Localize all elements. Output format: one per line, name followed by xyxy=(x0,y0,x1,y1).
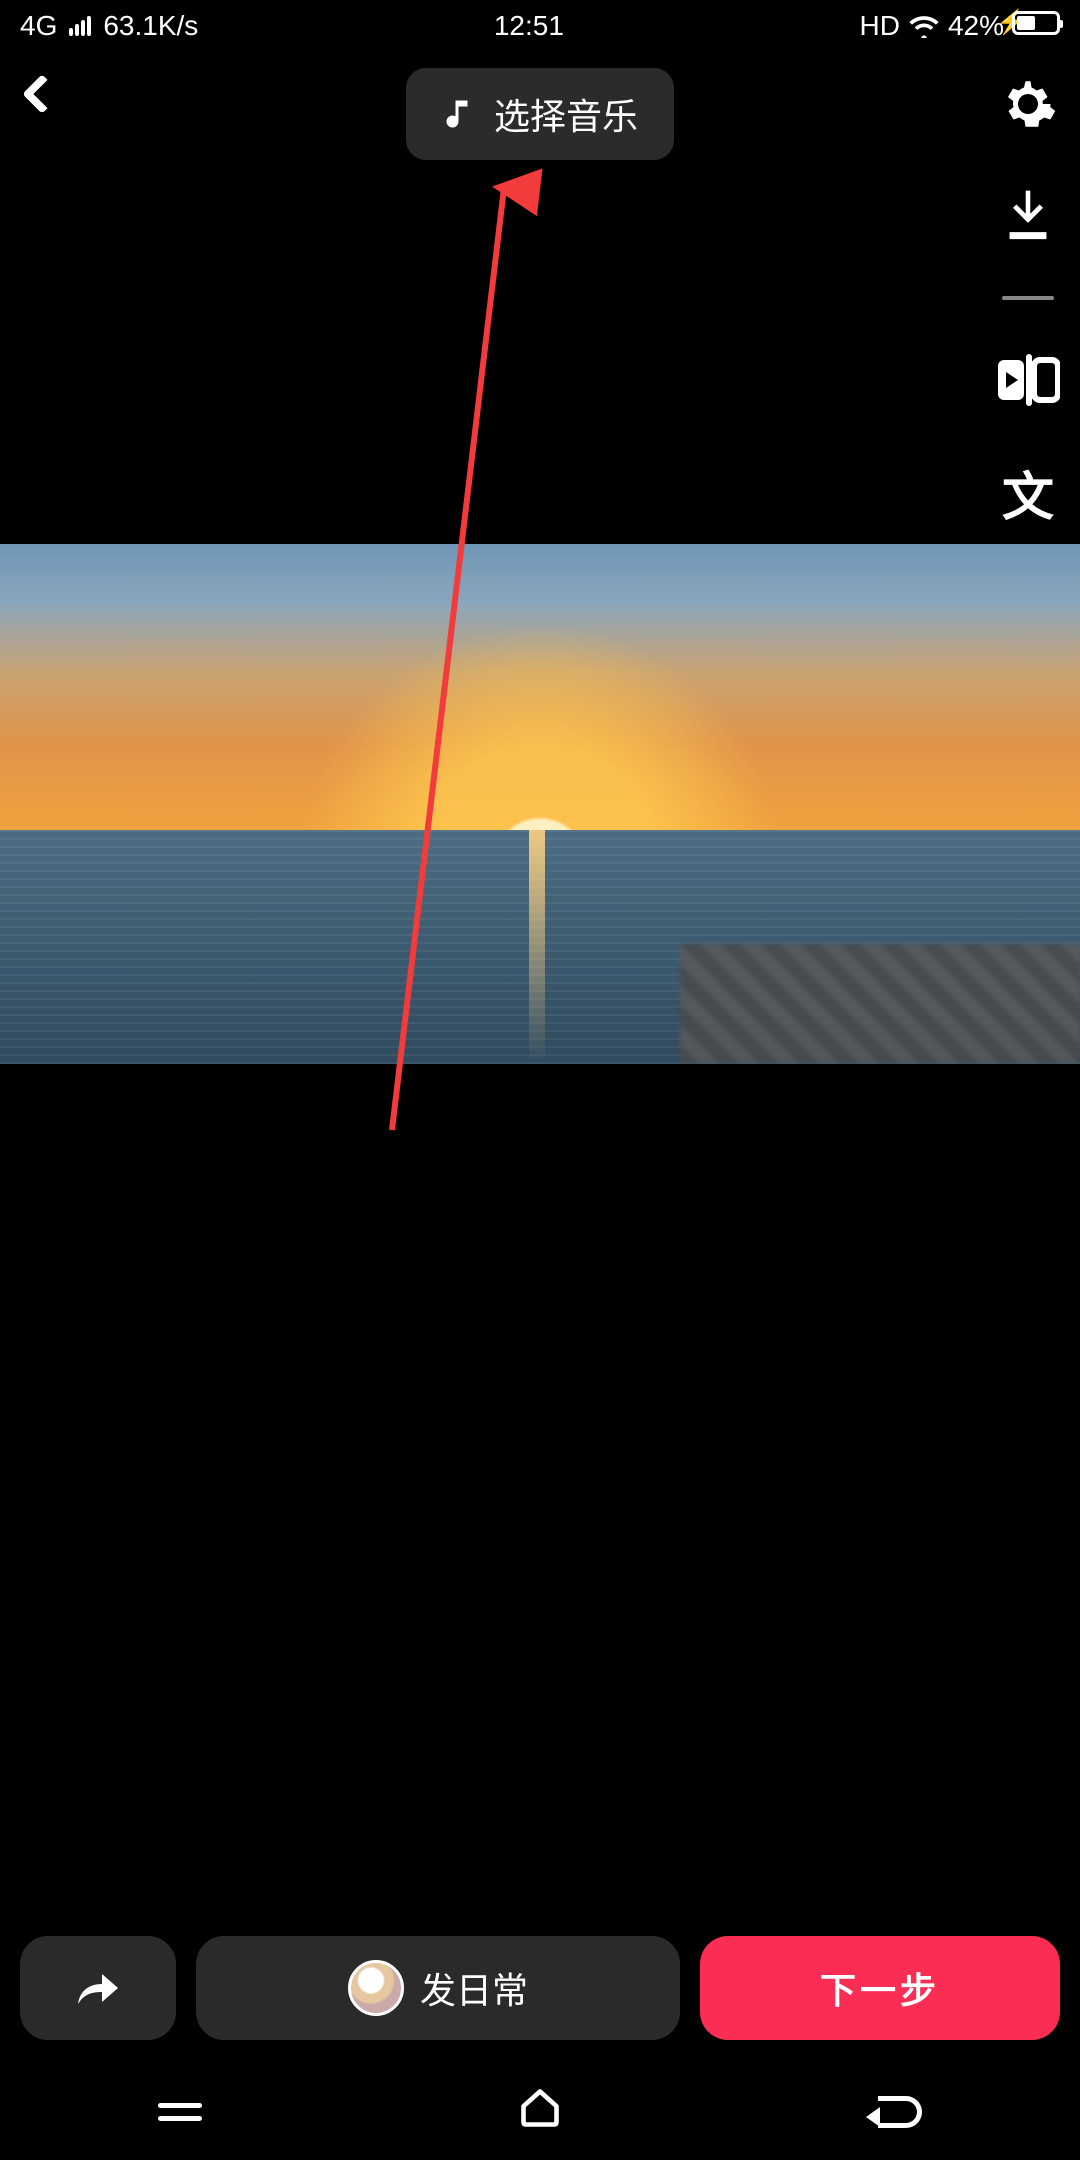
hd-indicator: HD xyxy=(859,10,899,42)
status-bar: 4G 63.1K/s 12:51 HD 42% ⚡ xyxy=(0,0,1080,52)
text-icon: 文 xyxy=(1002,455,1054,530)
next-label: 下一步 xyxy=(820,1962,940,2014)
nav-recents-button[interactable] xyxy=(158,2103,202,2121)
text-button[interactable]: 文 xyxy=(996,460,1060,524)
avatar xyxy=(348,1960,404,2016)
post-daily-label: 发日常 xyxy=(420,1962,528,2014)
annotation-arrow xyxy=(0,0,1080,2160)
share-icon xyxy=(74,1968,122,2008)
toolbar-divider xyxy=(1002,296,1054,300)
next-button[interactable]: 下一步 xyxy=(700,1936,1060,2040)
chevron-left-icon xyxy=(22,74,62,114)
download-icon xyxy=(1000,186,1056,246)
home-icon xyxy=(518,2086,562,2130)
music-note-icon xyxy=(442,94,478,134)
clip-icon xyxy=(996,352,1060,408)
signal-icon xyxy=(69,16,91,36)
top-bar: 选择音乐 xyxy=(0,64,1080,164)
status-left: 4G 63.1K/s xyxy=(20,10,198,42)
clock: 12:51 xyxy=(494,10,564,42)
select-music-button[interactable]: 选择音乐 xyxy=(406,68,674,160)
system-navbar xyxy=(0,2064,1080,2160)
gear-icon xyxy=(998,74,1058,134)
download-button[interactable] xyxy=(996,184,1060,248)
preview-sky xyxy=(0,544,1080,830)
battery-icon xyxy=(1012,11,1060,35)
nav-home-button[interactable] xyxy=(518,2086,562,2138)
share-button[interactable] xyxy=(20,1936,176,2040)
censored-region xyxy=(680,944,1080,1064)
status-right: HD 42% ⚡ xyxy=(859,10,1060,42)
bottom-actions: 发日常 下一步 xyxy=(20,1936,1060,2040)
back-button[interactable] xyxy=(28,80,56,108)
post-daily-button[interactable]: 发日常 xyxy=(196,1936,680,2040)
back-icon xyxy=(878,2096,922,2128)
settings-button[interactable] xyxy=(996,72,1060,136)
network-speed: 63.1K/s xyxy=(103,10,198,42)
network-type: 4G xyxy=(20,10,57,42)
video-preview[interactable] xyxy=(0,544,1080,1064)
select-music-label: 选择音乐 xyxy=(494,88,638,140)
sun-reflection xyxy=(529,830,545,1064)
nav-back-button[interactable] xyxy=(878,2096,922,2128)
clip-button[interactable] xyxy=(996,348,1060,412)
wifi-icon xyxy=(908,14,940,38)
